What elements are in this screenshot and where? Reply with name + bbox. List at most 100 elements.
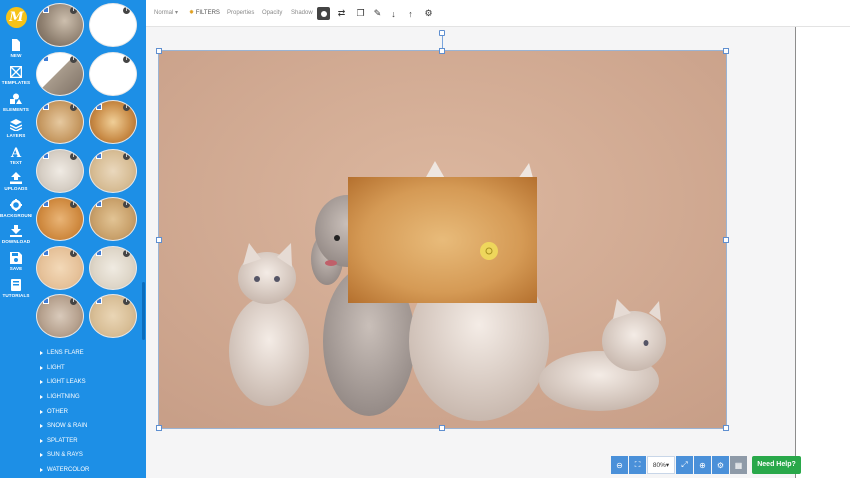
resize-handle-nw[interactable] xyxy=(156,48,162,54)
chevron-down-icon: ▾ xyxy=(175,10,179,16)
texture-thumbnail[interactable]: i xyxy=(89,294,137,338)
category-item[interactable]: SNOW & RAIN xyxy=(32,419,146,434)
category-item[interactable]: LIGHT LEAKS xyxy=(32,375,146,390)
blend-mode-dropdown[interactable]: Normal ▾ xyxy=(154,7,178,20)
info-icon[interactable]: i xyxy=(123,250,130,257)
duplicate-button[interactable]: ❐ xyxy=(354,7,367,20)
app-logo[interactable]: M xyxy=(6,7,27,28)
move-up-button[interactable]: ↑ xyxy=(404,7,417,20)
texture-thumbnail[interactable]: i xyxy=(89,3,137,47)
arrow-down-icon: ↓ xyxy=(391,8,396,19)
texture-thumbnail[interactable]: i xyxy=(36,294,84,338)
zoom-out-button[interactable]: ⊖ xyxy=(611,456,628,474)
info-icon[interactable]: i xyxy=(123,104,130,111)
texture-thumbnail[interactable]: i xyxy=(89,149,137,193)
info-icon[interactable]: i xyxy=(70,56,77,63)
texture-thumbnail[interactable]: i xyxy=(36,3,84,47)
rail-layers-button[interactable]: LAYERS xyxy=(0,119,32,138)
magic-wand-icon: ✸ xyxy=(189,10,195,16)
layer-badge-icon xyxy=(43,104,49,110)
rail-text-button[interactable]: A TEXT xyxy=(0,146,32,165)
caret-right-icon xyxy=(40,453,43,458)
category-label: SPLATTER xyxy=(47,437,78,444)
caret-right-icon xyxy=(40,395,43,400)
texture-thumbnail[interactable]: i xyxy=(36,149,84,193)
texture-thumbnail[interactable]: i xyxy=(36,246,84,290)
layer-badge-icon xyxy=(43,56,49,62)
texture-thumbnail[interactable]: i xyxy=(36,52,84,96)
svg-text:A: A xyxy=(10,146,22,158)
filters-button[interactable]: ✸ FILTERS xyxy=(189,7,220,20)
resize-handle-n[interactable] xyxy=(439,48,445,54)
resize-handle-se[interactable] xyxy=(723,425,729,431)
move-down-button[interactable]: ↓ xyxy=(387,7,400,20)
texture-thumbnail[interactable]: i xyxy=(89,100,137,144)
info-icon[interactable]: i xyxy=(123,201,130,208)
magic-button[interactable]: ✎ xyxy=(371,7,384,20)
texture-thumbnail[interactable]: i xyxy=(36,197,84,241)
resize-handle-s[interactable] xyxy=(439,425,445,431)
info-icon[interactable]: i xyxy=(123,298,130,305)
info-icon[interactable]: i xyxy=(70,7,77,14)
info-icon[interactable]: i xyxy=(123,56,130,63)
resize-handle-ne[interactable] xyxy=(723,48,729,54)
rail-elements-button[interactable]: ELEMENTS xyxy=(0,93,32,112)
texture-thumbnail[interactable]: i xyxy=(36,100,84,144)
rail-tutorials-button[interactable]: TUTORIALS xyxy=(0,279,32,298)
info-icon[interactable]: i xyxy=(70,298,77,305)
info-icon[interactable]: i xyxy=(123,153,130,160)
resize-handle-w[interactable] xyxy=(156,237,162,243)
resize-handle-e[interactable] xyxy=(723,237,729,243)
zoom-in-button[interactable]: ⊕ xyxy=(694,456,711,474)
grid-toggle-button[interactable]: ▦ xyxy=(730,456,747,474)
color-swatch-button[interactable] xyxy=(317,7,330,20)
shadow-button[interactable]: Shadow xyxy=(291,7,313,20)
arrow-up-icon: ↑ xyxy=(408,8,413,19)
zoom-level-select[interactable]: 80% ▾ xyxy=(647,456,675,474)
panel-scrollbar[interactable] xyxy=(142,282,145,340)
info-icon[interactable]: i xyxy=(123,7,130,14)
rail-background-button[interactable]: BACKGROUND xyxy=(0,199,35,218)
category-item[interactable]: WATERCOLOR xyxy=(32,463,146,478)
flip-button[interactable]: ⇄ xyxy=(335,7,348,20)
rail-templates-button[interactable]: TEMPLATES xyxy=(0,66,32,85)
category-item[interactable]: OTHER xyxy=(32,404,146,419)
category-item[interactable]: LENS FLARE xyxy=(32,346,146,361)
rotation-handle[interactable] xyxy=(439,30,445,36)
resize-handle-sw[interactable] xyxy=(156,425,162,431)
category-item[interactable]: LIGHT xyxy=(32,361,146,376)
texture-overlay[interactable] xyxy=(348,177,537,303)
settings-button[interactable]: ⚙ xyxy=(422,7,435,20)
need-help-button[interactable]: Need Help? xyxy=(752,456,801,474)
info-icon[interactable]: i xyxy=(70,250,77,257)
rail-download-button[interactable]: DOWNLOAD xyxy=(0,225,32,244)
rail-save-button[interactable]: SAVE xyxy=(0,252,32,271)
layer-badge-icon xyxy=(96,298,102,304)
info-icon[interactable]: i xyxy=(70,201,77,208)
caret-right-icon xyxy=(40,438,43,443)
opacity-button[interactable]: Opacity xyxy=(262,7,282,20)
rail-new-button[interactable]: NEW xyxy=(0,39,32,58)
category-label: LIGHT LEAKS xyxy=(47,379,86,386)
texture-thumbnail[interactable]: i xyxy=(89,52,137,96)
design-canvas[interactable] xyxy=(156,48,729,431)
info-icon[interactable]: i xyxy=(70,153,77,160)
texture-thumbnail[interactable]: i xyxy=(89,197,137,241)
texture-thumbnail[interactable]: i xyxy=(89,246,137,290)
properties-label: Properties xyxy=(227,10,255,16)
fullscreen-button[interactable]: ⤢ xyxy=(676,456,693,474)
layer-badge-icon xyxy=(96,201,102,207)
category-item[interactable]: SPLATTER xyxy=(32,434,146,449)
top-toolbar: Normal ▾ ✸ FILTERS Properties Opacity Sh… xyxy=(146,0,850,27)
category-item[interactable]: LIGHTNING xyxy=(32,390,146,405)
info-icon[interactable]: i xyxy=(70,104,77,111)
rail-uploads-button[interactable]: UPLOADS xyxy=(0,172,32,191)
gear-icon: ⚙ xyxy=(424,8,433,18)
category-item[interactable]: SUN & RAYS xyxy=(32,448,146,463)
caret-right-icon xyxy=(40,351,43,356)
download-icon xyxy=(10,225,22,237)
canvas-settings-button[interactable]: ⚙ xyxy=(712,456,729,474)
fit-button[interactable]: ⛶ xyxy=(629,456,646,474)
layer-badge-icon xyxy=(43,201,49,207)
properties-button[interactable]: Properties xyxy=(227,7,254,20)
